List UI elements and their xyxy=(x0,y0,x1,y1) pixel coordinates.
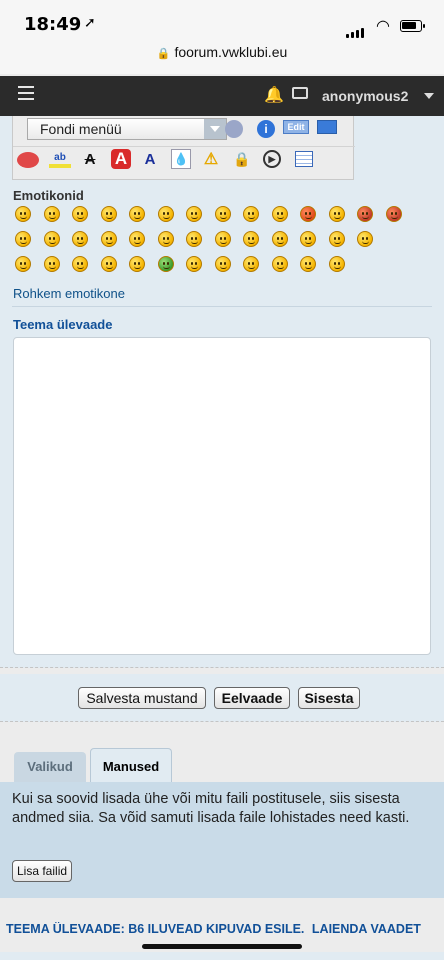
home-indicator xyxy=(142,944,302,949)
submit-button[interactable]: Sisesta xyxy=(298,687,360,709)
toolbar-separator xyxy=(13,146,355,147)
more-emoticons-link[interactable]: Rohkem emotikone xyxy=(13,286,125,301)
emoticon-icon[interactable] xyxy=(271,231,288,247)
emoticon-icon[interactable] xyxy=(357,206,373,222)
top-navigation: 🔔 anonymous2 xyxy=(0,76,444,116)
spellcheck-icon[interactable]: ab xyxy=(49,150,71,168)
address-bar[interactable]: 🔒 foorum.vwklubi.eu xyxy=(0,44,444,74)
emoticon-icon[interactable] xyxy=(186,231,202,247)
emoticon-icon[interactable] xyxy=(157,231,174,247)
emoticon-icon[interactable] xyxy=(243,256,259,272)
message-textarea[interactable] xyxy=(13,337,431,655)
emoticon-icon[interactable] xyxy=(15,256,31,272)
font-menu-select[interactable]: Fondi menüü xyxy=(27,118,227,140)
battery-fill xyxy=(402,22,417,29)
attachments-help-text: Kui sa soovid lisada ühe või mitu faili … xyxy=(12,791,410,826)
emoticon-icon[interactable] xyxy=(214,231,231,247)
expand-view-link[interactable]: LAIENDA VAADET xyxy=(312,922,421,936)
topic-review-bar: TEEMA ÜLEVAADE: B6 ILUVEAD KIPUVAD ESILE… xyxy=(6,922,442,936)
emoticon-icon[interactable] xyxy=(72,231,88,247)
font-menu-label: Fondi menüü xyxy=(40,121,122,137)
submit-buttons-row: Salvesta mustand Eelvaade Sisesta xyxy=(0,674,444,722)
cellular-signal-icon xyxy=(346,20,366,38)
section-divider xyxy=(12,306,432,307)
preview-button[interactable]: Eelvaade xyxy=(214,687,290,709)
emoticon-icon[interactable] xyxy=(129,256,145,272)
panel-tabs: Valikud Manused xyxy=(0,746,444,782)
padlock-icon[interactable]: 🔒 xyxy=(233,150,251,168)
red-text-icon[interactable]: A xyxy=(111,149,131,169)
emoticon-icon[interactable] xyxy=(157,256,174,272)
lock-icon: 🔒 xyxy=(156,48,171,60)
hamburger-menu-icon[interactable] xyxy=(18,86,34,104)
emoticons-heading: Emotikonid xyxy=(13,188,84,203)
username-menu[interactable]: anonymous2 xyxy=(322,88,408,104)
emoticon-icon[interactable] xyxy=(100,206,117,222)
select-arrow-icon xyxy=(204,119,226,139)
emoticon-icon[interactable] xyxy=(328,231,345,247)
emoticon-icon[interactable] xyxy=(157,206,174,222)
topic-preview-heading: Teema ülevaade xyxy=(13,317,113,332)
info-icon[interactable]: i xyxy=(257,120,275,138)
emoticon-icon[interactable] xyxy=(357,231,373,247)
attachments-panel: Kui sa soovid lisada ühe või mitu faili … xyxy=(0,782,444,898)
emoticon-icon[interactable] xyxy=(129,231,145,247)
topic-review-title: TEEMA ÜLEVAADE: B6 ILUVEAD KIPUVAD ESILE… xyxy=(6,922,305,936)
emoticon-icon[interactable] xyxy=(15,231,31,247)
water-drop-icon[interactable]: 💧 xyxy=(171,149,191,169)
emoticon-icon[interactable] xyxy=(100,231,117,247)
emoticon-icon[interactable] xyxy=(15,206,31,222)
url-text: foorum.vwklubi.eu xyxy=(174,44,288,60)
lips-icon[interactable] xyxy=(17,152,39,168)
emoticon-icon[interactable] xyxy=(243,206,259,222)
strikethrough-icon[interactable]: A xyxy=(81,150,99,168)
inbox-icon[interactable] xyxy=(292,87,308,99)
post-editor-panel: Fondi menüü i Edit ab A A A 💧 ⚠ 🔒 ▶ Emot… xyxy=(0,116,444,668)
notifications-bell-icon[interactable]: 🔔 xyxy=(264,85,284,105)
emoticon-icon[interactable] xyxy=(385,206,402,222)
table-icon[interactable] xyxy=(295,151,313,167)
edit-icon[interactable]: Edit xyxy=(283,120,309,134)
blue-box-icon[interactable] xyxy=(317,120,337,134)
emoticon-icon[interactable] xyxy=(43,256,60,272)
emoticon-icon[interactable] xyxy=(214,256,231,272)
emoticon-icon[interactable] xyxy=(328,256,345,272)
page: 18:49 ➚ ◠ 🔒 foorum.vwklubi.eu 🔔 anonymous… xyxy=(0,0,444,960)
location-arrow-icon: ➚ xyxy=(84,14,96,30)
emoticon-icon[interactable] xyxy=(186,256,202,272)
wifi-icon: ◠ xyxy=(376,18,390,35)
status-time: 18:49 xyxy=(24,14,82,35)
emoticon-icon[interactable] xyxy=(72,256,88,272)
chevron-down-icon[interactable] xyxy=(424,93,434,99)
emoticon-icon[interactable] xyxy=(271,206,288,222)
emoticon-icon[interactable] xyxy=(100,256,117,272)
emoticon-icon[interactable] xyxy=(300,206,316,222)
battery-icon xyxy=(400,20,425,32)
tab-options[interactable]: Valikud xyxy=(14,752,86,782)
emoticon-icon[interactable] xyxy=(300,256,316,272)
users-icon[interactable] xyxy=(225,120,243,138)
emoticon-icon[interactable] xyxy=(43,231,60,247)
emoticon-icon[interactable] xyxy=(72,206,88,222)
bottom-strip xyxy=(0,952,444,960)
add-files-button[interactable]: Lisa failid xyxy=(12,860,73,882)
text-shadow-icon[interactable]: A xyxy=(141,150,159,168)
emoticon-icon[interactable] xyxy=(43,206,60,222)
emoticon-icon[interactable] xyxy=(271,256,288,272)
emoticon-icon[interactable] xyxy=(243,231,259,247)
emoticon-icon[interactable] xyxy=(214,206,231,222)
save-draft-button[interactable]: Salvesta mustand xyxy=(78,687,206,709)
emoticon-icon[interactable] xyxy=(300,231,316,247)
emoticon-icon[interactable] xyxy=(328,206,345,222)
play-icon[interactable]: ▶ xyxy=(263,150,281,168)
status-bar: 18:49 ➚ ◠ xyxy=(0,0,444,44)
tab-attachments[interactable]: Manused xyxy=(90,748,172,782)
emoticon-icon[interactable] xyxy=(129,206,145,222)
emoticon-icon[interactable] xyxy=(186,206,202,222)
warning-icon[interactable]: ⚠ xyxy=(201,150,221,168)
editor-toolbar: Fondi menüü i Edit ab A A A 💧 ⚠ 🔒 ▶ xyxy=(12,116,355,180)
